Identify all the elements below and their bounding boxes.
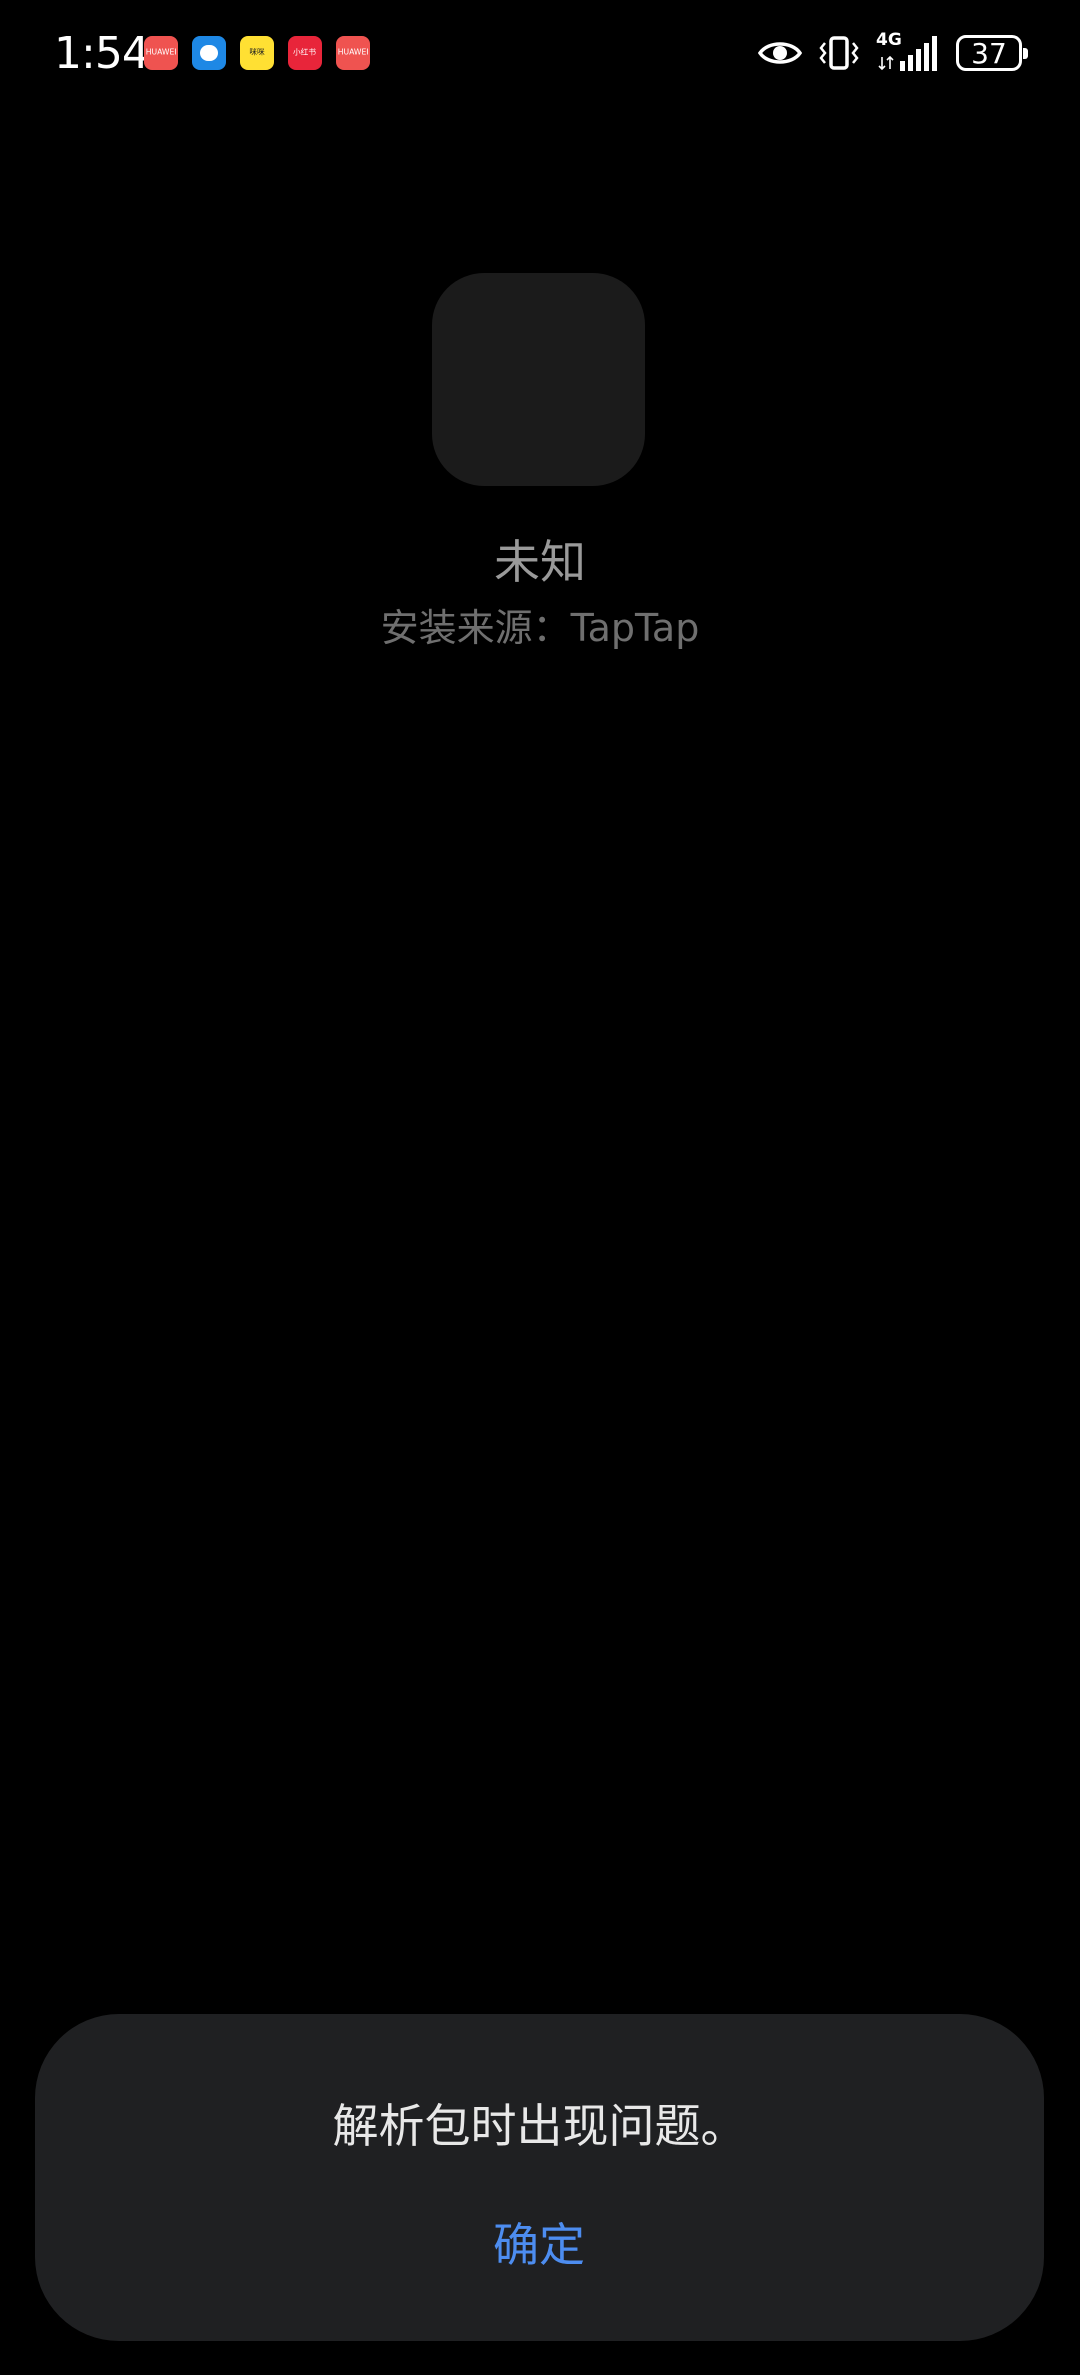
notification-label: 咪咪 — [249, 48, 265, 58]
dialog-message: 解析包时出现问题。 — [332, 2099, 747, 2153]
app-notification-icon: HUAWEI — [144, 36, 178, 70]
status-bar: 1:54 HUAWEI 咪咪 小红书 HUAWEI 4G 37 — [0, 0, 1080, 110]
confirm-button[interactable]: 确定 — [439, 2200, 639, 2290]
battery-level: 37 — [971, 36, 1007, 70]
app-notification-icon: 咪咪 — [240, 36, 274, 70]
xiaohongshu-notification-icon: 小红书 — [288, 36, 322, 70]
battery-icon: 37 — [956, 35, 1028, 71]
signal-icon: 4G — [876, 31, 940, 73]
notification-icons: HUAWEI 咪咪 小红书 HUAWEI — [144, 36, 370, 70]
system-icons: 4G 37 — [758, 30, 1028, 76]
battery-tip — [1023, 48, 1028, 59]
app-icon-placeholder — [432, 273, 645, 486]
app-name: 未知 — [494, 535, 586, 589]
status-time: 1:54 — [54, 28, 150, 79]
app-notification-icon: HUAWEI — [336, 36, 370, 70]
vibrate-icon — [819, 36, 859, 70]
install-source: 安装来源：TapTap — [380, 606, 700, 650]
notification-label: HUAWEI — [145, 48, 177, 58]
notification-label: 小红书 — [293, 48, 317, 58]
error-dialog: 解析包时出现问题。 确定 — [35, 2014, 1044, 2341]
chat-bubble-icon — [200, 45, 218, 61]
notification-label: HUAWEI — [337, 48, 369, 58]
eye-comfort-icon — [758, 42, 802, 64]
message-notification-icon — [192, 36, 226, 70]
